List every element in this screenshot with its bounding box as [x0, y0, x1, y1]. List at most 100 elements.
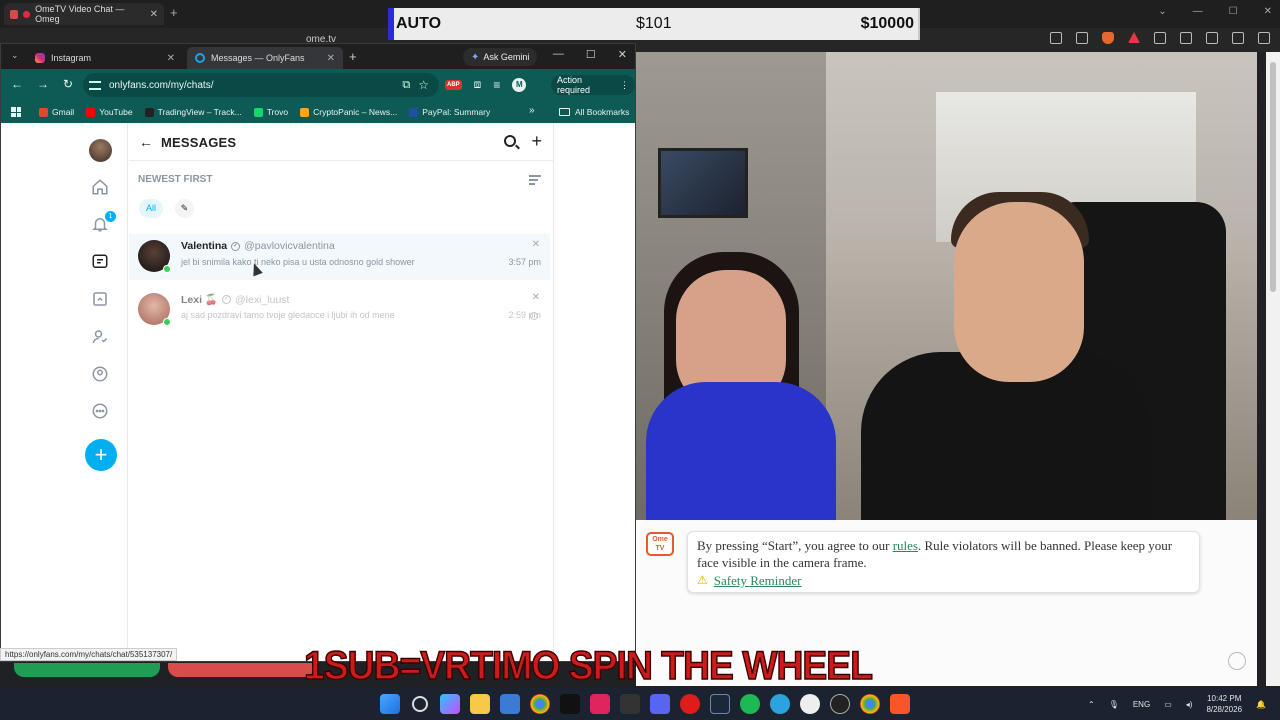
chrome-icon[interactable]	[530, 694, 550, 714]
close-icon[interactable]: ✕	[532, 292, 540, 303]
sidebar-icon[interactable]	[1154, 32, 1166, 44]
action-required-button[interactable]: Action required ⋮	[551, 75, 635, 95]
extensions-puzzle-icon[interactable]: ⧈	[474, 77, 482, 92]
windows-start-icon[interactable]	[380, 694, 400, 714]
bookmark-gmail[interactable]: Gmail	[33, 107, 80, 117]
rules-link[interactable]: rules	[893, 538, 918, 553]
tiktok-icon[interactable]	[560, 694, 580, 714]
sort-icon[interactable]	[529, 175, 541, 187]
bookmark-paypal[interactable]: PayPal: Summary	[403, 107, 496, 117]
language-indicator[interactable]: ENG	[1133, 700, 1150, 709]
chrome-active-icon[interactable]	[860, 694, 880, 714]
filter-all-chip[interactable]: All	[139, 199, 164, 218]
more-options-icon[interactable]	[91, 402, 109, 420]
discord-icon[interactable]	[650, 694, 670, 714]
edit-filter-icon[interactable]: ✎	[175, 199, 194, 218]
close-icon[interactable]: ✕	[327, 53, 335, 64]
new-message-icon[interactable]: +	[531, 131, 542, 152]
bookmark-tradingview[interactable]: TradingView – Track...	[139, 107, 248, 117]
chat-row[interactable]: Valentina ✓ @pavlovicvalentina jel bi sn…	[129, 234, 550, 280]
spotify-icon[interactable]	[740, 694, 760, 714]
more-bookmarks-icon[interactable]: »	[529, 105, 535, 116]
minimize-icon[interactable]: —	[553, 48, 564, 61]
microphone-icon[interactable]: 🎙	[1109, 700, 1119, 709]
cast-icon[interactable]	[1076, 32, 1088, 44]
menu-icon[interactable]	[1258, 32, 1270, 44]
tab-search-icon[interactable]: ⌄	[11, 50, 19, 61]
chevron-down-icon[interactable]: ⌄	[1158, 6, 1166, 17]
new-post-button[interactable]: +	[85, 439, 117, 471]
search-icon[interactable]	[1050, 32, 1062, 44]
close-window-icon[interactable]: ✕	[618, 48, 627, 61]
wallet-icon[interactable]	[1180, 32, 1192, 44]
emoji-icon[interactable]	[1228, 652, 1246, 670]
tab-ometv[interactable]: OmeTV Video Chat — Omeg ✕	[4, 3, 164, 25]
back-arrow-icon[interactable]: ←	[11, 77, 23, 91]
new-tab-icon[interactable]: +	[349, 49, 357, 64]
address-bar[interactable]: onlyfans.com/my/chats/ ⧉ ☆	[83, 73, 439, 97]
copilot-icon[interactable]	[440, 694, 460, 714]
obs-icon[interactable]	[830, 694, 850, 714]
bookmark-youtube[interactable]: YouTube	[80, 107, 138, 117]
sort-label[interactable]: NEWEST FIRST	[138, 174, 212, 185]
all-bookmarks-button[interactable]: All Bookmarks	[559, 101, 629, 123]
search-icon[interactable]	[504, 135, 516, 147]
bookmark-trovo[interactable]: Trovo	[248, 107, 294, 117]
more-vert-icon[interactable]: ⋮	[620, 80, 629, 91]
brave-shield-icon[interactable]	[1102, 32, 1114, 44]
microsoft-store-icon[interactable]	[500, 694, 520, 714]
media-controls-icon[interactable]: ≡	[493, 78, 500, 92]
brave-icon[interactable]	[890, 694, 910, 714]
close-icon[interactable]: ✕	[532, 239, 540, 250]
apps-grid-icon[interactable]	[11, 107, 21, 117]
safety-reminder-link[interactable]: Safety Reminder	[714, 572, 802, 589]
app-icon[interactable]	[800, 694, 820, 714]
notifications-icon[interactable]: 🔔	[1256, 700, 1266, 709]
start-button[interactable]	[14, 663, 160, 677]
site-info-icon[interactable]	[89, 80, 101, 90]
brave-rewards-icon[interactable]	[1128, 32, 1140, 43]
clock[interactable]: 10:42 PM 8/28/2026	[1206, 693, 1242, 715]
leo-ai-icon[interactable]	[1206, 32, 1218, 44]
close-icon[interactable]: ✕	[150, 9, 158, 20]
adblock-plus-icon[interactable]: ABP	[445, 79, 462, 90]
volume-icon[interactable]: ◂)	[1186, 700, 1193, 709]
new-tab-icon[interactable]: +	[170, 5, 178, 20]
bookmark-star-icon[interactable]: ☆	[418, 78, 429, 92]
tab-messages-onlyfans[interactable]: Messages — OnlyFans ✕	[187, 47, 343, 69]
opera-icon[interactable]	[680, 694, 700, 714]
back-arrow-icon[interactable]: ←	[139, 134, 153, 150]
maximize-icon[interactable]: ☐	[1229, 6, 1238, 17]
subscriptions-icon[interactable]	[91, 328, 109, 346]
home-icon[interactable]	[91, 178, 109, 196]
chevron-up-icon[interactable]: ⌃	[1088, 700, 1095, 709]
chat-row[interactable]: Lexi 🍒 ✓ @lexi_luust aj sad pozdravi tam…	[129, 287, 550, 333]
collections-icon[interactable]	[91, 290, 109, 308]
epic-games-icon[interactable]	[620, 694, 640, 714]
close-window-icon[interactable]: ✕	[1264, 6, 1272, 17]
minimize-icon[interactable]: —	[1193, 6, 1203, 17]
maximize-icon[interactable]: ☐	[586, 48, 596, 61]
install-app-icon[interactable]: ⧉	[402, 79, 410, 92]
bookmark-cryptopanic[interactable]: CryptoPanic – News...	[294, 107, 403, 117]
page-scrollbar[interactable]	[1266, 52, 1280, 686]
address-url[interactable]: onlyfans.com/my/chats/	[109, 80, 213, 91]
search-icon[interactable]	[412, 696, 428, 712]
tab-instagram[interactable]: Instagram ✕	[27, 47, 183, 69]
profile-avatar[interactable]: M	[512, 77, 527, 92]
ask-gemini-button[interactable]: ✦ Ask Gemini	[463, 48, 538, 66]
forward-arrow-icon[interactable]: →	[37, 77, 49, 91]
network-icon[interactable]: ▭	[1164, 700, 1172, 709]
scrollbar-thumb[interactable]	[1270, 62, 1276, 292]
user-avatar[interactable]	[89, 139, 112, 162]
app-icon[interactable]	[590, 694, 610, 714]
close-icon[interactable]: ✕	[167, 53, 175, 64]
vpn-icon[interactable]	[1232, 32, 1244, 44]
profile-icon[interactable]	[91, 365, 109, 383]
reload-icon[interactable]: ↻	[63, 77, 73, 91]
telegram-icon[interactable]	[770, 694, 790, 714]
steam-icon[interactable]	[710, 694, 730, 714]
file-explorer-icon[interactable]	[470, 694, 490, 714]
messages-icon[interactable]	[91, 253, 109, 271]
stop-button[interactable]	[168, 663, 314, 677]
